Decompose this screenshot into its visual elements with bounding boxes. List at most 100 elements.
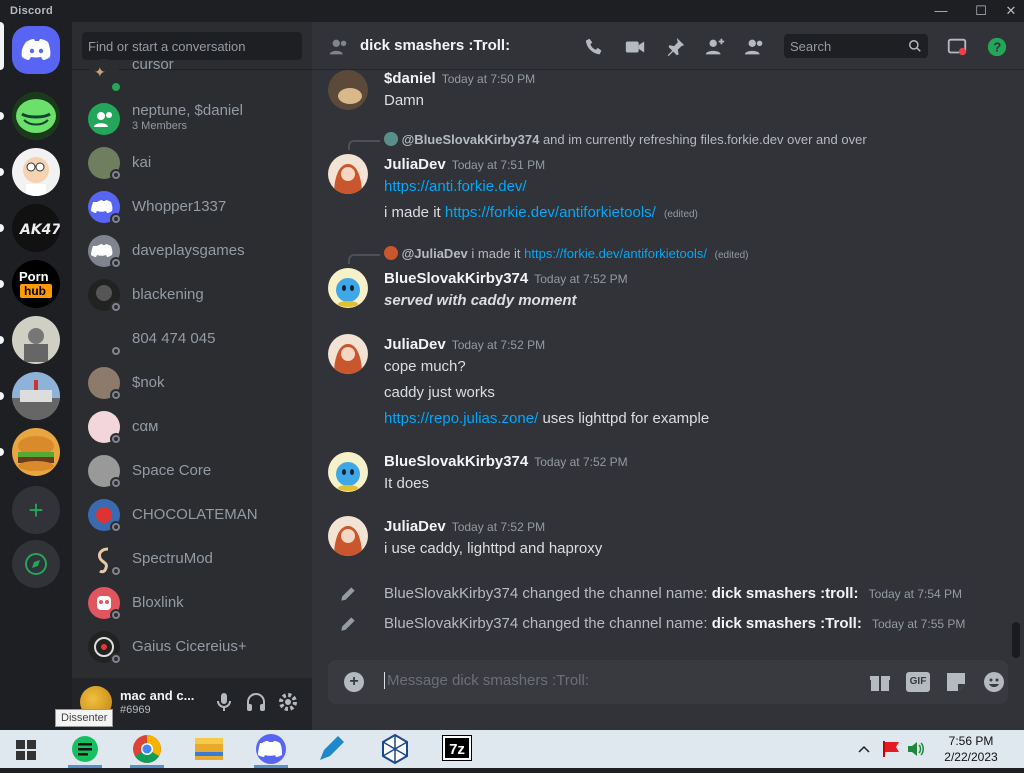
trollface-icon (16, 99, 56, 133)
reply-text: and im currently refreshing files.forkie… (542, 132, 867, 147)
server-trollface[interactable] (12, 92, 60, 140)
dm-item[interactable]: neptune, $daniel 3 Members (80, 98, 304, 140)
message-text: i use caddy, lighttpd and haproxy (384, 540, 603, 557)
online-status-icon (110, 81, 122, 93)
reply-link[interactable]: https://forkie.dev/antiforkietools/ (524, 246, 707, 261)
avatar[interactable] (328, 334, 368, 374)
chat-header: dick smashers :Troll: Search ? (312, 22, 1024, 70)
dm-item[interactable]: kai (80, 142, 304, 184)
headphones-icon[interactable] (244, 690, 268, 714)
server-photo[interactable] (12, 316, 60, 364)
avatar[interactable] (328, 452, 368, 492)
dm-name: Space Core (132, 462, 212, 479)
voice-call-icon[interactable] (584, 36, 606, 58)
gif-picker-button[interactable]: GIF (906, 672, 930, 692)
dm-item[interactable]: cαм (80, 406, 304, 448)
reply-author: @JuliaDev (401, 246, 468, 261)
red-flag-icon[interactable] (882, 740, 902, 758)
search-input[interactable]: Search (784, 34, 928, 58)
dm-name: Gaius Cicereius+ (132, 638, 247, 655)
message-link[interactable]: https://repo.julias.zone/ (384, 410, 538, 427)
system-author[interactable]: BlueSlovakKirby374 (384, 585, 518, 602)
message-link[interactable]: https://forkie.dev/antiforkietools/ (445, 204, 656, 221)
windows-start-icon[interactable] (16, 740, 36, 760)
microphone-icon[interactable] (212, 690, 236, 714)
settings-gear-icon[interactable] (276, 690, 300, 714)
inbox-icon[interactable] (946, 36, 968, 58)
message-author[interactable]: JuliaDev Today at 7:51 PM (384, 156, 545, 173)
message-link[interactable]: https://anti.forkie.dev/ (384, 178, 527, 195)
dm-item[interactable]: Gaius Cicereius+ (80, 626, 304, 668)
dm-item[interactable]: SpectruMod (80, 538, 304, 580)
server-hub[interactable]: Porn hub (12, 260, 60, 308)
home-button[interactable] (12, 26, 60, 74)
avatar[interactable] (328, 154, 368, 194)
taskbar-app-editor[interactable] (310, 730, 356, 768)
dm-item[interactable]: 804 474 045 (80, 318, 304, 360)
reply-preview[interactable]: @BlueSlovakKirby374 and im currently ref… (384, 132, 867, 147)
taskbar-app-dissenter[interactable] (62, 730, 108, 768)
tray-overflow-chevron-icon[interactable] (858, 744, 870, 754)
taskbar-app-discord[interactable] (248, 730, 294, 768)
unread-indicator (0, 280, 4, 288)
dm-item[interactable]: $nok (80, 362, 304, 404)
avatar[interactable] (328, 70, 368, 110)
system-author[interactable]: BlueSlovakKirby374 (384, 615, 518, 632)
minimize-button[interactable]: — (926, 2, 956, 20)
timestamp: Today at 7:52 PM (534, 272, 628, 286)
close-button[interactable]: ✕ (996, 2, 1024, 20)
member-list-icon[interactable] (744, 36, 766, 58)
pinned-messages-icon[interactable] (664, 36, 686, 58)
message-author[interactable]: JuliaDev Today at 7:52 PM (384, 336, 545, 353)
server-building[interactable] (12, 372, 60, 420)
system-action: changed the channel name: (522, 615, 708, 632)
emoji-icon[interactable] (982, 670, 1006, 694)
taskbar-app-file-explorer[interactable] (186, 730, 232, 768)
gift-icon[interactable] (868, 670, 892, 694)
avatar[interactable] (328, 516, 368, 556)
message-author[interactable]: BlueSlovakKirby374 Today at 7:52 PM (384, 270, 628, 287)
sticker-icon[interactable] (944, 670, 968, 694)
server-burger[interactable] (12, 428, 60, 476)
message-author[interactable]: $daniel Today at 7:50 PM (384, 70, 535, 87)
maximize-button[interactable]: ☐ (966, 2, 996, 20)
server-family-guy[interactable] (12, 148, 60, 196)
taskbar-app-7zip[interactable]: 7z (434, 730, 480, 768)
taskbar-app-chrome[interactable] (124, 730, 170, 768)
message-author[interactable]: JuliaDev Today at 7:52 PM (384, 518, 545, 535)
reply-author: @BlueSlovakKirby374 (401, 132, 540, 147)
speaker-icon[interactable] (906, 740, 926, 758)
edited-label: (edited) (714, 250, 749, 261)
dm-item[interactable]: Space Core (80, 450, 304, 492)
dm-item[interactable]: daveplaysgames (80, 230, 304, 272)
avatar[interactable] (328, 268, 368, 308)
search-placeholder: Search (790, 39, 832, 54)
system-action: changed the channel name: (522, 585, 708, 602)
clock-date[interactable]: 2/22/2023 (936, 750, 1006, 764)
add-server-button[interactable]: + (12, 486, 60, 534)
dm-item[interactable]: ✦ cursor (80, 54, 304, 96)
dm-name: kai (132, 154, 152, 171)
video-call-icon[interactable] (624, 36, 646, 58)
author-name: BlueSlovakKirby374 (384, 453, 529, 470)
upload-plus-button[interactable]: + (344, 672, 364, 692)
explore-servers-button[interactable] (12, 540, 60, 588)
taskbar-app-virtualbox[interactable] (372, 730, 418, 768)
clock-time[interactable]: 7:56 PM (936, 734, 1006, 748)
offline-status-icon (110, 565, 122, 577)
dm-item[interactable]: Bloxlink (80, 582, 304, 624)
svg-text:hub: hub (24, 284, 46, 298)
channel-title: dick smashers :Troll: (360, 37, 511, 54)
dm-item[interactable]: Whopper1337 (80, 186, 304, 228)
dm-item[interactable]: blackening (80, 274, 304, 316)
scrollbar-thumb[interactable] (1012, 622, 1020, 658)
system-message: BlueSlovakKirby374 changed the channel n… (384, 585, 962, 602)
dm-name: blackening (132, 286, 204, 303)
reply-preview[interactable]: @JuliaDev i made it https://forkie.dev/a… (384, 246, 749, 261)
help-icon[interactable]: ? (986, 36, 1008, 58)
add-friends-to-dm-icon[interactable] (704, 36, 726, 58)
dm-item[interactable]: CHOCOLATEMAN (80, 494, 304, 536)
server-ak47[interactable]: AK47 (12, 204, 60, 252)
message-input[interactable]: Message dick smashers :Troll: (384, 672, 784, 689)
message-author[interactable]: BlueSlovakKirby374 Today at 7:52 PM (384, 453, 628, 470)
